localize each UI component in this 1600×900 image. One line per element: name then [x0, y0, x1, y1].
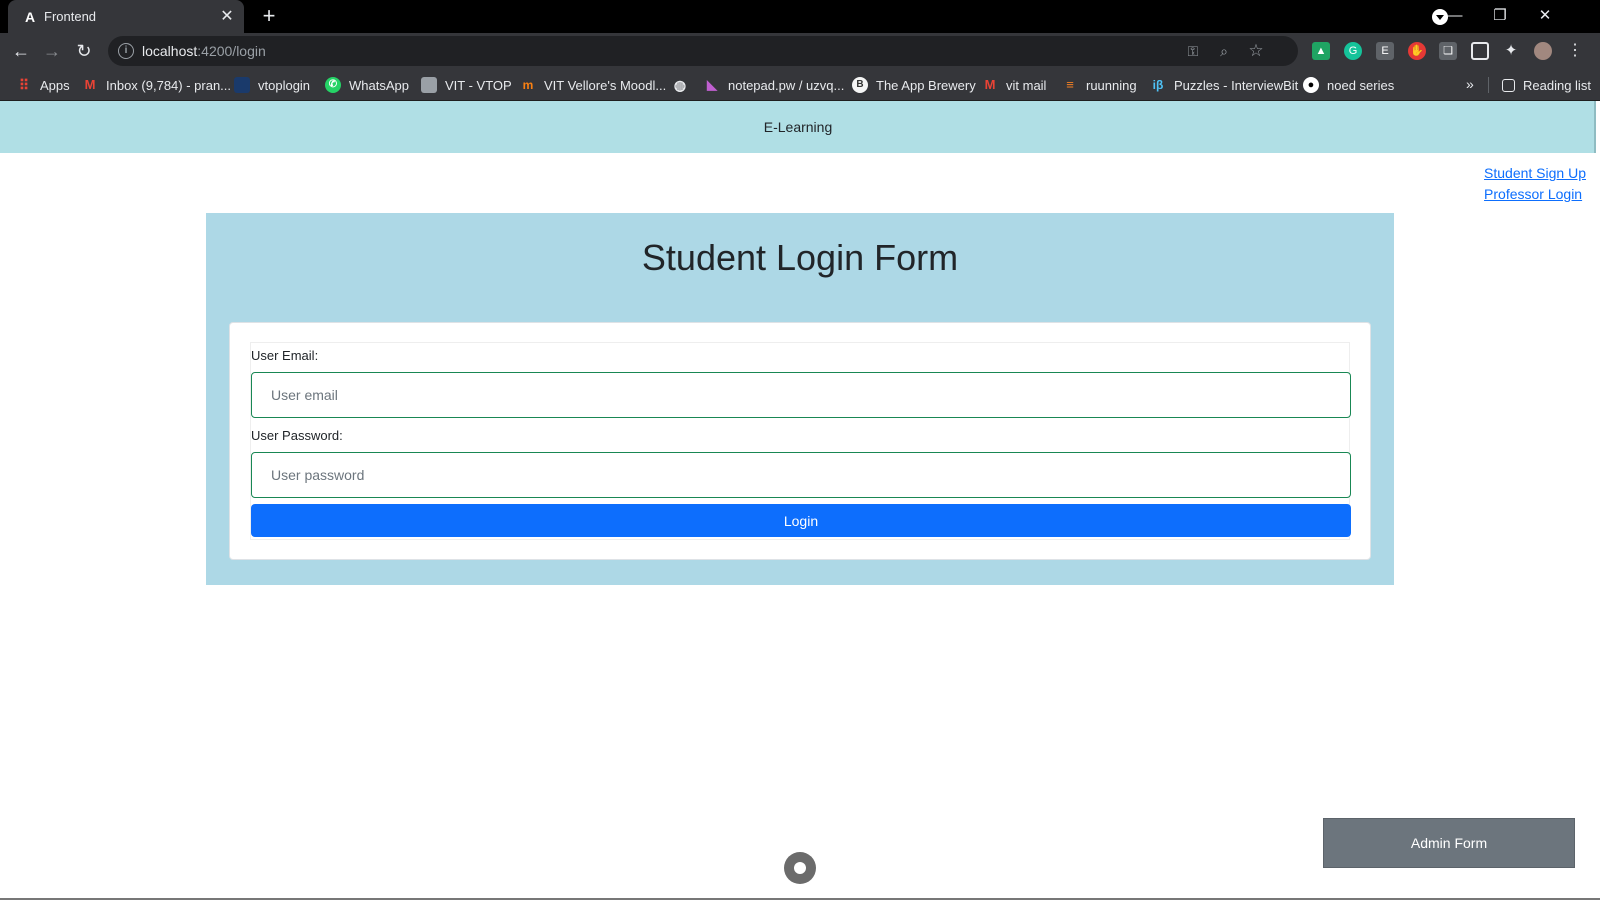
whatsapp-icon: ✆ — [325, 77, 341, 93]
bookmark-moodle[interactable]: m VIT Vellore's Moodl... — [520, 76, 667, 94]
interviewbit-icon: iβ — [1152, 78, 1164, 92]
new-tab-icon[interactable]: + — [257, 5, 281, 29]
app-brewery-icon: B — [852, 77, 868, 93]
auth-links: Student Sign Up Professor Login — [1484, 163, 1586, 205]
key-icon[interactable]: ⚿ — [1184, 42, 1202, 60]
vtop-page-icon — [421, 77, 437, 93]
bookmark-notepad[interactable]: ◣ notepad.pw / uzvq... — [704, 76, 844, 94]
moodle-icon: m — [522, 78, 534, 92]
close-window-icon[interactable]: ✕ — [1530, 4, 1560, 28]
app-navbar: E-Learning — [0, 101, 1596, 153]
email-label: User Email: — [251, 348, 319, 363]
gmail-icon: M — [84, 77, 96, 92]
bookmark-star-icon[interactable]: ☆ — [1247, 42, 1265, 60]
menu-kebab-icon[interactable]: ⋮ — [1566, 42, 1584, 60]
avatar[interactable] — [1534, 42, 1552, 60]
bookmark-whatsapp[interactable]: ✆ WhatsApp — [325, 76, 409, 94]
more-bookmarks-icon[interactable]: » — [1466, 76, 1474, 92]
notepad-icon: ◣ — [707, 77, 717, 92]
forward-icon[interactable]: → — [40, 39, 64, 63]
bookmark-vit-vtop[interactable]: VIT - VTOP — [421, 76, 512, 94]
google-drive-icon[interactable]: ▲ — [1312, 42, 1330, 60]
reload-icon[interactable]: ↻ — [72, 39, 96, 63]
site-info-icon[interactable]: i — [118, 43, 134, 59]
bookmark-ruunning[interactable]: ≡ ruunning — [1062, 76, 1136, 94]
bookmark-vit-mail[interactable]: M vit mail — [982, 76, 1047, 94]
browser-tab-strip: A Frontend ✕ + — ❐ ✕ — [0, 0, 1600, 33]
page-title: Student Login Form — [641, 237, 959, 278]
student-signup-link[interactable]: Student Sign Up — [1484, 163, 1586, 184]
reading-list-button[interactable]: Reading list — [1502, 76, 1591, 94]
extension-red-icon[interactable]: ✋ — [1408, 42, 1426, 60]
password-field[interactable] — [251, 452, 1351, 498]
bookmark-app-brewery[interactable]: B The App Brewery — [852, 76, 976, 94]
back-icon[interactable]: ← — [9, 39, 33, 63]
tab-title: Frontend — [44, 9, 97, 24]
login-button[interactable]: Login — [251, 504, 1351, 537]
stack-icon: ≡ — [1066, 77, 1074, 92]
extension-window-icon[interactable] — [1471, 42, 1489, 60]
bookmark-apps[interactable]: ⠿ Apps — [16, 76, 70, 94]
github-icon: ● — [1303, 77, 1319, 93]
extension-e-icon[interactable]: E — [1376, 42, 1394, 60]
bookmark-interviewbit[interactable]: iβ Puzzles - InterviewBit — [1150, 76, 1299, 94]
address-bar[interactable]: i localhost:4200/login ⚿ ⌕ ☆ — [108, 36, 1298, 66]
grammarly-icon[interactable]: G — [1344, 42, 1362, 60]
bookmark-globe[interactable]: ◍ — [672, 76, 696, 94]
email-field[interactable] — [251, 372, 1351, 418]
gmail-icon: M — [984, 77, 996, 92]
close-tab-icon[interactable]: ✕ — [218, 8, 236, 26]
minimize-icon[interactable]: — — [1440, 4, 1470, 28]
login-form-panel: User Email: User Password: Login — [229, 322, 1371, 560]
browser-toolbar: ← → ↻ i localhost:4200/login ⚿ ⌕ ☆ ▲ G E… — [0, 33, 1600, 69]
bookmark-vtoplogin[interactable]: vtoplogin — [234, 76, 310, 94]
apps-grid-icon: ⠿ — [18, 77, 30, 93]
url-text: localhost:4200/login — [142, 43, 266, 59]
bookmarks-divider — [1488, 77, 1489, 93]
globe-icon: ◍ — [673, 77, 687, 93]
bookmark-gmail-inbox[interactable]: M Inbox (9,784) - pran... — [82, 76, 231, 94]
page-content: E-Learning Student Sign Up Professor Log… — [0, 101, 1600, 900]
login-card: Student Login Form User Email: User Pass… — [206, 213, 1394, 585]
login-form: User Email: User Password: Login — [250, 342, 1351, 540]
bookmark-noed-series[interactable]: ● noed series — [1303, 76, 1394, 94]
browser-tab[interactable]: A Frontend ✕ — [8, 0, 244, 33]
password-label: User Password: — [251, 428, 343, 443]
navbar-brand[interactable]: E-Learning — [0, 119, 1596, 135]
extension-copy-icon[interactable]: ❏ — [1439, 42, 1457, 60]
angular-favicon-icon: A — [24, 9, 36, 25]
vtop-icon — [234, 77, 250, 93]
extensions-puzzle-icon[interactable]: ✦ — [1502, 42, 1520, 60]
autoscroll-icon[interactable] — [784, 852, 816, 884]
professor-login-link[interactable]: Professor Login — [1484, 184, 1586, 205]
restore-icon[interactable]: ❐ — [1485, 4, 1515, 28]
admin-form-button[interactable]: Admin Form — [1323, 818, 1575, 868]
zoom-icon[interactable]: ⌕ — [1215, 42, 1233, 60]
bookmarks-bar: ⠿ Apps M Inbox (9,784) - pran... vtoplog… — [0, 69, 1600, 101]
reading-list-icon — [1502, 78, 1515, 92]
